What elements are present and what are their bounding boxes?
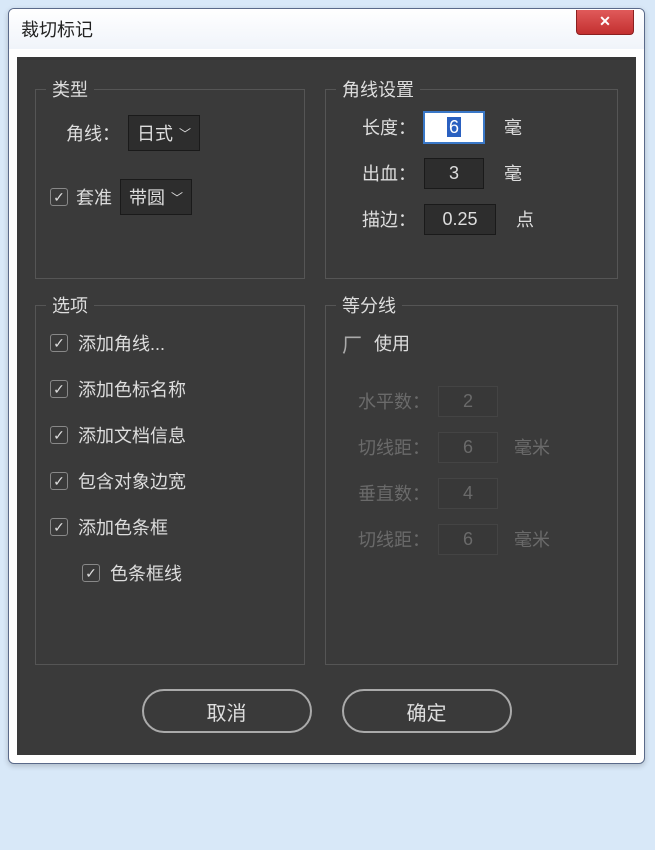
stroke-label: 描边： bbox=[340, 206, 416, 232]
hcount-input: 2 bbox=[438, 386, 498, 417]
length-unit: 毫 bbox=[504, 114, 522, 140]
bleed-unit: 毫 bbox=[504, 160, 522, 186]
opt-include-bounds-checkbox[interactable] bbox=[50, 472, 68, 490]
opt-doc-info-label: 添加文档信息 bbox=[78, 422, 186, 448]
panel-type-legend: 类型 bbox=[46, 76, 94, 102]
hcut-label: 切线距： bbox=[340, 434, 430, 460]
cancel-button-label: 取消 bbox=[207, 697, 247, 726]
panel-options: 选项 添加角线... 添加色标名称 添加文档信息 包含对象边宽 bbox=[35, 305, 305, 665]
opt-swatch-names-label: 添加色标名称 bbox=[78, 376, 186, 402]
vcut-unit: 毫米 bbox=[514, 526, 550, 552]
stroke-input[interactable]: 0.25 bbox=[424, 204, 496, 235]
bleed-input[interactable]: 3 bbox=[424, 158, 484, 189]
chevron-down-icon: ﹀ bbox=[179, 125, 191, 142]
window-title: 裁切标记 bbox=[21, 16, 93, 42]
opt-add-corner-checkbox[interactable] bbox=[50, 334, 68, 352]
vcount-input: 4 bbox=[438, 478, 498, 509]
panel-divisions-legend: 等分线 bbox=[336, 292, 402, 318]
register-dropdown[interactable]: 带圆 ﹀ bbox=[120, 179, 192, 215]
stroke-unit: 点 bbox=[516, 206, 534, 232]
length-label: 长度： bbox=[340, 114, 416, 140]
opt-include-bounds-label: 包含对象边宽 bbox=[78, 468, 186, 494]
register-dropdown-value: 带圆 bbox=[129, 184, 165, 210]
opt-swatch-names-checkbox[interactable] bbox=[50, 380, 68, 398]
hcount-label: 水平数： bbox=[340, 388, 430, 414]
cancel-button[interactable]: 取消 bbox=[142, 689, 312, 733]
dialog-body: 类型 角线： 日式 ﹀ 套准 带圆 ﹀ bbox=[17, 57, 636, 755]
vcut-label: 切线距： bbox=[340, 526, 430, 552]
vcount-label: 垂直数： bbox=[340, 480, 430, 506]
corner-label: 角线： bbox=[50, 120, 120, 146]
register-checkbox[interactable] bbox=[50, 188, 68, 206]
panel-type: 类型 角线： 日式 ﹀ 套准 带圆 ﹀ bbox=[35, 89, 305, 279]
bleed-label: 出血： bbox=[340, 160, 416, 186]
panel-corner-settings-legend: 角线设置 bbox=[336, 76, 420, 102]
panel-corner-settings: 角线设置 长度： 6 毫 出血： 3 毫 描边： 0.25 点 bbox=[325, 89, 618, 279]
use-label: 使用 bbox=[374, 330, 410, 356]
ok-button-label: 确定 bbox=[407, 697, 447, 726]
dialog-window: 裁切标记 ✕ 类型 角线： 日式 ﹀ 套准 bbox=[8, 8, 645, 764]
opt-color-bar-lines-label: 色条框线 bbox=[110, 560, 182, 586]
opt-color-bars-checkbox[interactable] bbox=[50, 518, 68, 536]
use-checkbox[interactable]: 厂 bbox=[340, 329, 364, 358]
ok-button[interactable]: 确定 bbox=[342, 689, 512, 733]
vcut-input: 6 bbox=[438, 524, 498, 555]
panel-divisions: 等分线 厂 使用 水平数： 2 切线距： 6 毫米 垂直数： 4 bbox=[325, 305, 618, 665]
opt-doc-info-checkbox[interactable] bbox=[50, 426, 68, 444]
hcut-input: 6 bbox=[438, 432, 498, 463]
corner-dropdown-value: 日式 bbox=[137, 120, 173, 146]
opt-color-bar-lines-checkbox[interactable] bbox=[82, 564, 100, 582]
opt-color-bars-label: 添加色条框 bbox=[78, 514, 168, 540]
titlebar[interactable]: 裁切标记 ✕ bbox=[9, 9, 644, 49]
chevron-down-icon: ﹀ bbox=[171, 189, 183, 206]
button-row: 取消 确定 bbox=[35, 689, 618, 733]
length-input[interactable]: 6 bbox=[424, 112, 484, 143]
hcut-unit: 毫米 bbox=[514, 434, 550, 460]
panel-options-legend: 选项 bbox=[46, 292, 94, 318]
opt-add-corner-label: 添加角线... bbox=[78, 330, 165, 356]
close-button[interactable]: ✕ bbox=[576, 10, 634, 35]
close-icon: ✕ bbox=[599, 13, 611, 30]
corner-dropdown[interactable]: 日式 ﹀ bbox=[128, 115, 200, 151]
register-label: 套准 bbox=[76, 184, 112, 210]
